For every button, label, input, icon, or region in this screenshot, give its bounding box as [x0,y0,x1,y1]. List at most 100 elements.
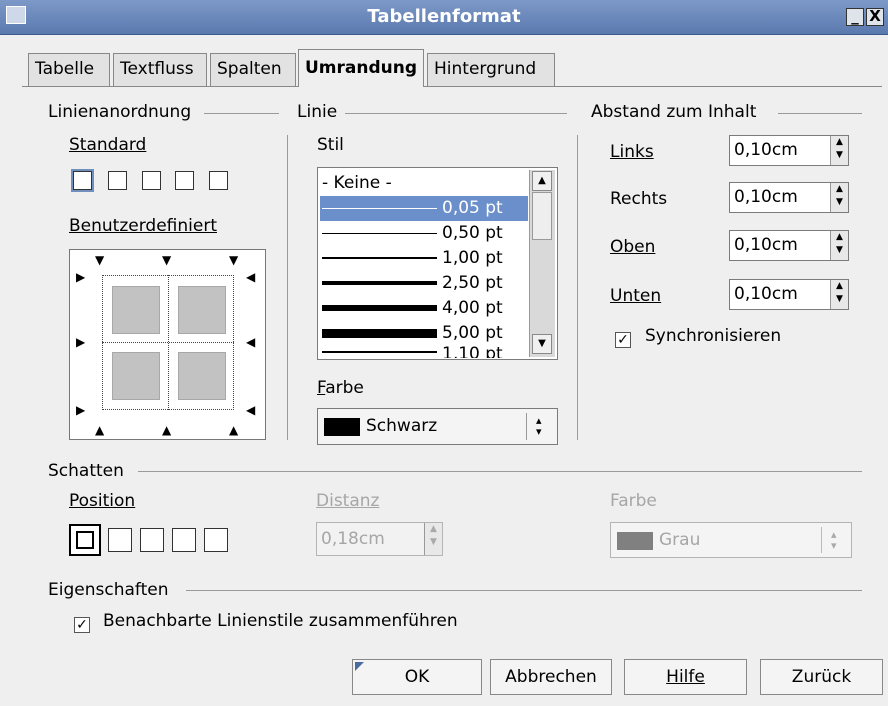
sync-checkbox[interactable]: ✓ [615,332,631,348]
merge-label: Benachbarte Linienstile zusammenführen [103,611,458,631]
shadow-bottom-right-button[interactable] [108,528,132,552]
scroll-up-icon[interactable]: ▲ [532,171,552,191]
dropdown-divider [821,527,822,553]
sync-label: Synchronisieren [645,326,782,346]
shadow-top-left-button[interactable] [204,528,228,552]
distanz-spinbox[interactable]: 0,18cm ▲ ▼ [316,522,443,556]
diagram-cell [112,352,160,400]
cancel-button[interactable]: Abbrechen [490,659,612,695]
arrow-right-icon: ▶ [76,270,86,284]
distanz-value: 0,18cm [321,529,385,549]
line-sample [322,329,437,338]
diagram-horizontal-divider [102,342,234,343]
position-label: Position [69,491,136,511]
rechts-label: Rechts [610,189,668,209]
shadow-sample-icon [76,531,94,549]
border-diagram[interactable]: ▼ ▼ ▼ ▲ ▲ ▲ ▶ ▶ ▶ ◀ ◀ ◀ [69,249,266,440]
rechts-value: 0,10cm [734,187,798,207]
arrow-right-icon: ▶ [76,403,86,417]
color-swatch [324,418,360,436]
stil-option-label: 0,05 pt [442,198,503,218]
eigenschaften-separator [186,590,862,591]
links-label: Links [610,142,654,162]
unten-spinbox[interactable]: 0,10cm ▲ ▼ [729,279,849,310]
stil-option-0-50[interactable]: 0,50 pt [320,221,528,246]
arrow-left-icon: ◀ [246,270,256,284]
spin-arrows-icon[interactable]: ▲ ▼ [424,523,442,555]
schatten-farbe-label: Farbe [610,491,657,511]
chevron-up-down-icon: ▴ ▾ [831,528,837,552]
help-button[interactable]: Hilfe [624,659,747,695]
links-value: 0,10cm [734,140,798,160]
stil-option-1-00[interactable]: 1,00 pt [320,246,528,271]
line-sample [322,257,437,259]
stil-option-label: - Keine - [322,173,392,193]
dropdown-divider [526,413,527,440]
chevron-up-down-icon: ▴ ▾ [536,414,542,438]
preset-outer-horizontal-button[interactable] [142,171,161,190]
shadow-none-button[interactable] [69,524,101,556]
links-spinbox[interactable]: 0,10cm ▲ ▼ [729,135,849,166]
arrow-left-icon: ◀ [246,403,256,417]
diagram-cell [178,286,226,334]
schatten-farbe-dropdown[interactable]: Grau ▴ ▾ [610,522,852,558]
linie-heading: Linie [297,102,338,122]
spin-arrows-icon[interactable]: ▲ ▼ [830,280,848,309]
diagram-cell [178,352,226,400]
arrow-down-icon: ▼ [95,253,105,267]
stil-scrollbar[interactable]: ▲ ▼ [529,170,555,357]
stil-listbox[interactable]: - Keine - 0,05 pt 0,50 pt 1,00 pt 2,50 p… [317,167,558,360]
reset-button[interactable]: Zurück [760,659,883,695]
tab-textfluss[interactable]: Textfluss [113,53,207,86]
scroll-down-icon[interactable]: ▼ [532,334,552,354]
line-sample [322,208,437,209]
farbe-label: Farbe [317,378,364,398]
tab-hintergrund[interactable]: Hintergrund [427,53,555,86]
stil-option-label: 2,50 pt [442,273,503,293]
linie-farbe-dropdown[interactable]: Schwarz ▴ ▾ [317,408,558,445]
preset-none-button[interactable] [71,169,94,192]
linie-separator [345,113,567,114]
arrow-up-icon: ▲ [229,423,239,437]
spin-arrows-icon[interactable]: ▲ ▼ [830,231,848,260]
preset-all-button[interactable] [175,171,194,190]
eigenschaften-heading: Eigenschaften [48,580,169,600]
tab-spalten[interactable]: Spalten [210,53,296,86]
stil-label: Stil [317,135,344,155]
window-title: Tabellenformat [367,6,521,27]
tab-umrandung[interactable]: Umrandung [298,49,424,87]
stil-option-1-10[interactable]: 1,10 pt [320,346,528,358]
stil-option-label: 5,00 pt [442,323,503,343]
arrow-down-icon: ▼ [162,253,172,267]
line-sample [322,351,437,353]
stil-option-4-00[interactable]: 4,00 pt [320,296,528,321]
arrow-right-icon: ▶ [76,335,86,349]
stil-option-2-50[interactable]: 2,50 pt [320,271,528,296]
linienanordnung-separator [204,113,279,114]
oben-label: Oben [610,237,656,257]
farbe-label-rest: arbe [325,378,364,398]
spin-arrows-icon[interactable]: ▲ ▼ [830,136,848,165]
scroll-thumb[interactable] [532,192,552,240]
stil-option-none[interactable]: - Keine - [320,171,528,196]
stil-option-0-05[interactable]: 0,05 pt [320,196,528,221]
stil-option-label: 1,00 pt [442,248,503,268]
ok-button[interactable]: OK [352,659,482,695]
preset-outer-no-inner-button[interactable] [209,171,228,190]
tab-tabelle[interactable]: Tabelle [28,53,110,86]
rechts-spinbox[interactable]: 0,10cm ▲ ▼ [729,182,849,213]
shadow-bottom-left-button[interactable] [172,528,196,552]
linienanordnung-heading: Linienanordnung [48,102,192,122]
unten-value: 0,10cm [734,284,798,304]
oben-spinbox[interactable]: 0,10cm ▲ ▼ [729,230,849,261]
arrow-up-icon: ▲ [162,423,172,437]
color-swatch [617,532,653,550]
merge-checkbox[interactable]: ✓ [74,617,90,633]
shadow-top-right-button[interactable] [140,528,164,552]
stil-option-5-00[interactable]: 5,00 pt [320,321,528,346]
standard-label: Standard [69,135,147,155]
minimize-button[interactable]: _ [846,8,864,26]
close-button[interactable]: X [866,8,884,26]
preset-outer-button[interactable] [108,171,127,190]
spin-arrows-icon[interactable]: ▲ ▼ [830,183,848,212]
